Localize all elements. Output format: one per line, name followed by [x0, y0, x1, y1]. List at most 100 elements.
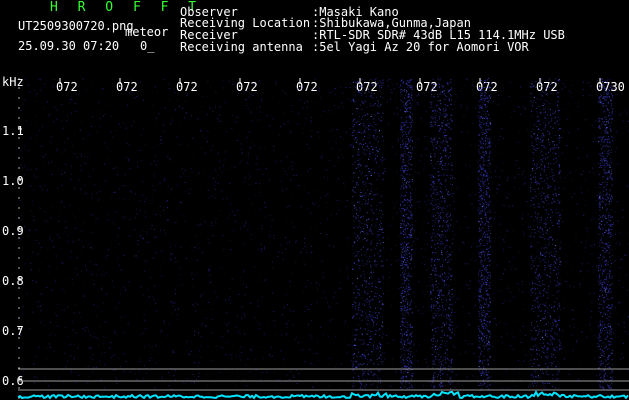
- band-speckle: [449, 319, 451, 321]
- band-speckle: [405, 250, 407, 252]
- noise-speckle: [221, 171, 223, 173]
- noise-speckle: [304, 188, 306, 190]
- noise-speckle: [441, 142, 443, 144]
- band-speckle: [406, 264, 408, 266]
- noise-speckle: [121, 159, 123, 161]
- band-speckle: [372, 212, 374, 213]
- noise-speckle: [561, 136, 563, 138]
- band-speckle: [358, 304, 360, 306]
- band-speckle: [442, 141, 443, 143]
- noise-speckle: [259, 106, 261, 108]
- noise-speckle: [98, 345, 100, 347]
- band-speckle: [404, 106, 406, 108]
- noise-speckle: [207, 189, 209, 191]
- band-speckle: [410, 347, 411, 349]
- band-speckle: [445, 180, 447, 182]
- noise-speckle: [280, 350, 282, 352]
- noise-speckle: [215, 218, 217, 219]
- noise-speckle: [50, 345, 51, 347]
- noise-speckle: [497, 152, 499, 154]
- band-speckle: [405, 229, 406, 231]
- noise-speckle: [92, 354, 94, 356]
- band-speckle: [372, 83, 374, 85]
- band-speckle: [352, 190, 354, 192]
- band-speckle: [380, 382, 382, 384]
- band-speckle: [410, 258, 412, 260]
- band-speckle: [357, 313, 359, 315]
- noise-speckle: [174, 245, 176, 247]
- band-speckle: [374, 103, 376, 105]
- noise-speckle: [522, 170, 524, 172]
- band-speckle: [450, 219, 452, 221]
- noise-speckle: [492, 299, 494, 301]
- band-speckle: [405, 141, 407, 143]
- band-speckle: [480, 338, 482, 340]
- band-speckle: [400, 90, 402, 92]
- noise-speckle: [231, 278, 233, 280]
- noise-speckle: [190, 115, 192, 117]
- band-speckle: [370, 300, 372, 302]
- noise-speckle: [483, 263, 485, 265]
- noise-speckle: [489, 128, 491, 130]
- noise-speckle: [408, 374, 410, 376]
- band-speckle: [485, 217, 487, 219]
- band-speckle: [443, 85, 445, 87]
- band-speckle: [377, 112, 378, 114]
- band-speckle: [480, 244, 481, 246]
- band-speckle: [405, 246, 406, 248]
- noise-speckle: [237, 372, 238, 374]
- noise-speckle: [208, 197, 210, 199]
- band-speckle: [408, 184, 410, 186]
- band-speckle: [409, 193, 411, 195]
- noise-speckle: [379, 378, 381, 380]
- noise-speckle: [615, 312, 617, 314]
- band-speckle: [403, 308, 405, 309]
- noise-speckle: [312, 202, 314, 204]
- noise-speckle: [342, 156, 343, 158]
- band-speckle: [355, 167, 357, 169]
- band-speckle: [487, 175, 489, 177]
- noise-speckle: [195, 306, 197, 307]
- noise-speckle: [67, 138, 69, 139]
- noise-speckle: [248, 177, 250, 179]
- noise-speckle: [27, 150, 29, 152]
- noise-speckle: [553, 361, 555, 363]
- noise-speckle: [219, 106, 221, 108]
- noise-speckle: [461, 240, 463, 242]
- band-speckle: [487, 126, 489, 127]
- band-speckle: [410, 107, 412, 108]
- noise-speckle: [261, 111, 263, 113]
- noise-speckle: [522, 183, 524, 185]
- noise-speckle: [306, 285, 308, 287]
- noise-speckle: [217, 152, 219, 154]
- noise-speckle: [410, 217, 412, 219]
- noise-speckle: [291, 105, 293, 107]
- band-speckle: [446, 96, 448, 98]
- noise-speckle: [50, 161, 52, 163]
- noise-speckle: [140, 199, 142, 201]
- noise-speckle: [446, 284, 448, 286]
- noise-speckle: [138, 201, 140, 203]
- noise-speckle: [40, 305, 41, 307]
- noise-speckle: [56, 118, 58, 120]
- band-speckle: [370, 230, 372, 232]
- band-speckle: [379, 80, 381, 82]
- noise-speckle: [318, 359, 320, 361]
- band-speckle: [482, 185, 484, 187]
- noise-speckle: [126, 104, 128, 106]
- noise-speckle: [576, 340, 578, 342]
- noise-speckle: [561, 260, 562, 262]
- noise-speckle: [51, 136, 52, 138]
- noise-speckle: [313, 203, 315, 205]
- noise-speckle: [557, 80, 559, 82]
- noise-speckle: [597, 79, 598, 81]
- band-speckle: [402, 143, 404, 145]
- noise-speckle: [558, 345, 560, 347]
- noise-speckle: [557, 282, 559, 284]
- band-speckle: [432, 110, 434, 112]
- band-speckle: [441, 124, 443, 126]
- band-speckle: [355, 345, 357, 346]
- band-speckle: [448, 273, 450, 275]
- noise-speckle: [346, 279, 348, 281]
- noise-speckle: [82, 335, 84, 337]
